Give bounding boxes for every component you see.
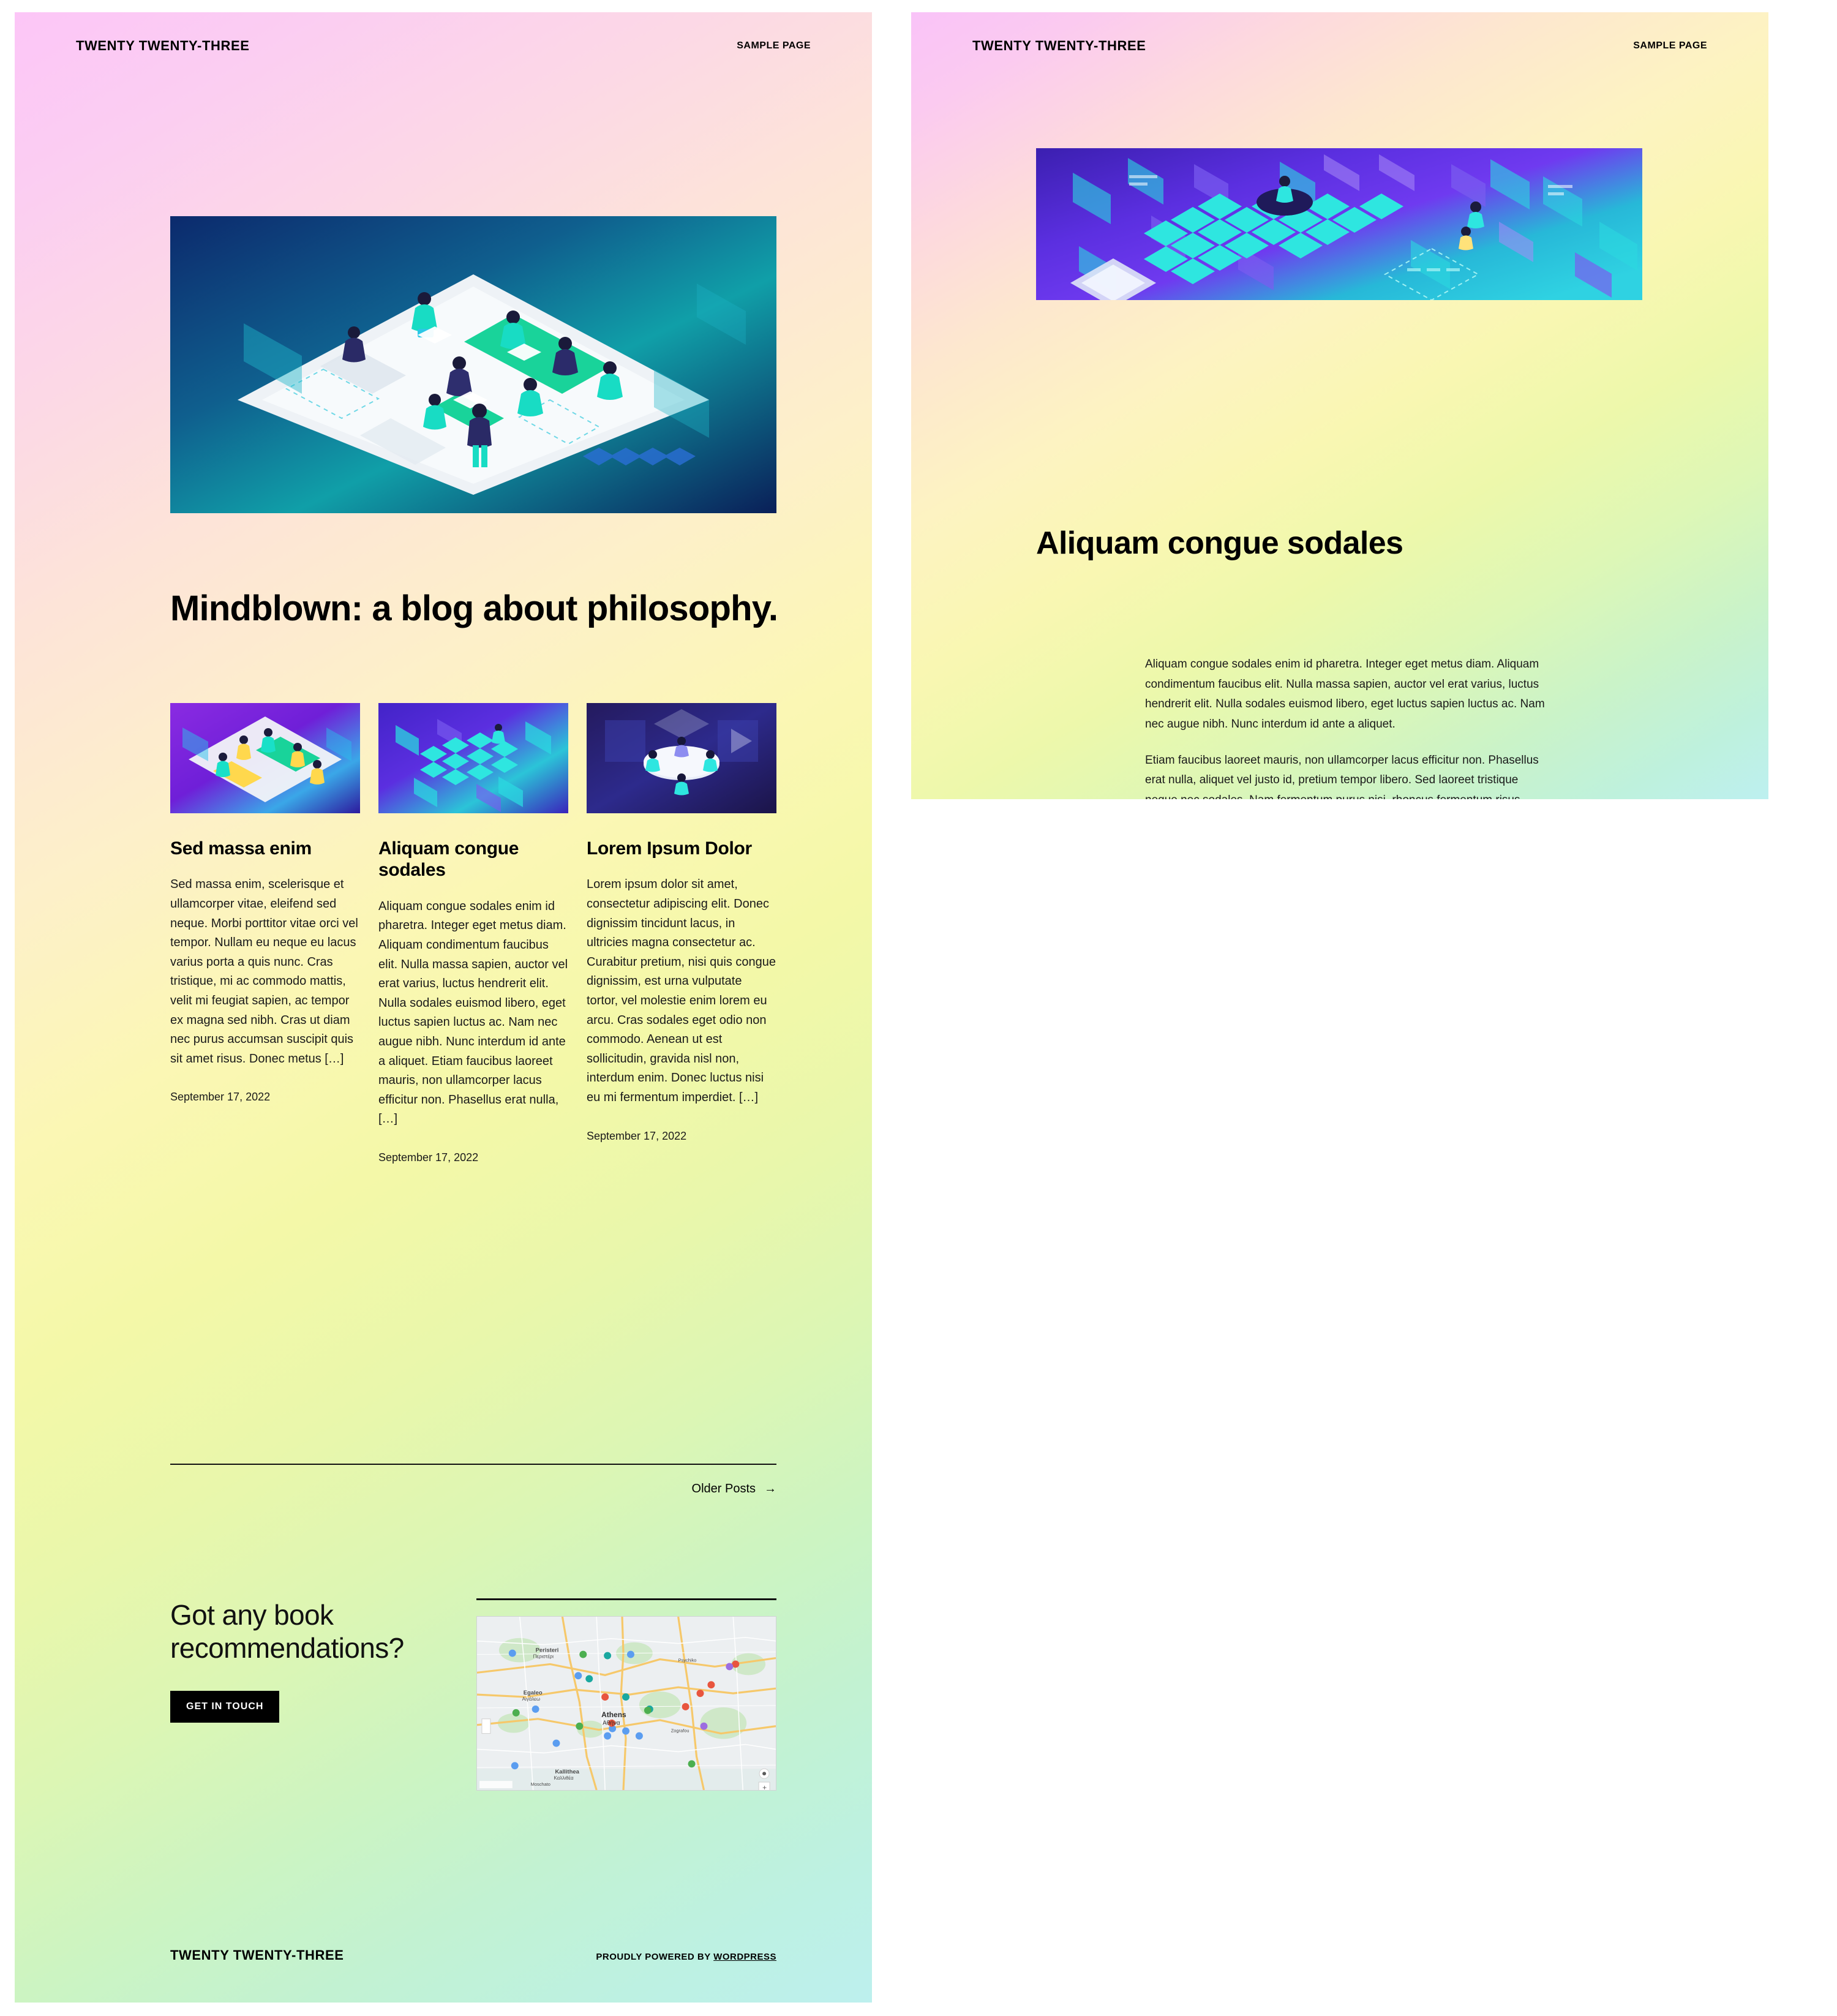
posts-divider	[170, 1464, 776, 1465]
svg-text:Kallithea: Kallithea	[555, 1769, 579, 1775]
featured-image	[1036, 148, 1642, 300]
primary-navigation: Sample Page	[737, 40, 811, 51]
site-header: Twenty Twenty-Three Sample Page	[15, 12, 872, 80]
post-title[interactable]: Aliquam congue sodales	[378, 838, 568, 881]
arrow-right-icon: →	[764, 1482, 776, 1495]
blog-tagline: Mindblown: a blog about philosophy.	[170, 589, 778, 628]
isometric-team-illustration	[170, 216, 776, 513]
site-title[interactable]: Twenty Twenty-Three	[972, 38, 1146, 54]
post-title[interactable]: Lorem Ipsum Dolor	[587, 838, 776, 859]
isometric-2022-illustration	[1036, 148, 1642, 300]
post-thumbnail[interactable]	[378, 703, 568, 813]
svg-text:Peristeri: Peristeri	[536, 1647, 559, 1654]
isometric-2022-illustration	[378, 703, 568, 813]
athens-google-map: Peristeri Περιστέρι Egaleo Αιγάλεω Athen…	[477, 1617, 776, 1790]
article-body: Aliquam congue sodales enim id pharetra.…	[1145, 655, 1550, 799]
older-posts-label: Older Posts	[691, 1482, 756, 1495]
svg-text:Athens: Athens	[601, 1710, 626, 1719]
svg-text:Psychiko: Psychiko	[678, 1657, 697, 1663]
footer-credit-prefix: Proudly powered by	[596, 1952, 711, 1962]
post-title[interactable]: Sed massa enim	[170, 838, 360, 859]
post-grid: Sed massa enim Sed massa enim, scelerisq…	[170, 703, 776, 1165]
post-date: September 17, 2022	[170, 1091, 271, 1104]
article-paragraph: Aliquam congue sodales enim id pharetra.…	[1145, 658, 1545, 731]
site-title[interactable]: Twenty Twenty-Three	[76, 38, 250, 54]
post-thumbnail[interactable]	[170, 703, 360, 813]
article-paragraph: Etiam faucibus laoreet mauris, non ullam…	[1145, 753, 1539, 799]
post-excerpt: Sed massa enim, scelerisque et ullamcorp…	[170, 878, 358, 1066]
site-header: Twenty Twenty-Three Sample Page	[911, 12, 1768, 80]
screenshot-canvas: Twenty Twenty-Three Sample Page	[0, 0, 1837, 2016]
post-card[interactable]: Aliquam congue sodales Aliquam congue so…	[378, 703, 568, 1165]
wordpress-link[interactable]: WordPress	[713, 1952, 776, 1962]
map-embed[interactable]: Peristeri Περιστέρι Egaleo Αιγάλεω Athen…	[476, 1616, 776, 1791]
post-excerpt: Lorem ipsum dolor sit amet, consectetur …	[587, 878, 776, 1104]
isometric-roundtable-illustration	[587, 703, 776, 813]
cta-text-column: Got any book recommendations? Get in tou…	[170, 1598, 458, 1791]
svg-text:Αθήνα: Αθήνα	[603, 1720, 620, 1727]
svg-text:+: +	[762, 1783, 767, 1790]
svg-text:Zografou: Zografou	[671, 1728, 689, 1734]
svg-text:Egaleo: Egaleo	[524, 1690, 543, 1696]
hero-image	[170, 216, 776, 513]
isometric-purple-office-illustration	[170, 703, 360, 813]
post-date: September 17, 2022	[587, 1129, 687, 1142]
svg-text:Καλλιθέα: Καλλιθέα	[554, 1775, 573, 1781]
get-in-touch-button[interactable]: Get in touch	[170, 1690, 280, 1723]
post-card[interactable]: Lorem Ipsum Dolor Lorem ipsum dolor sit …	[587, 703, 776, 1165]
nav-link-sample-page[interactable]: Sample Page	[1633, 40, 1707, 51]
cta-section: Got any book recommendations? Get in tou…	[170, 1598, 776, 1791]
cta-map-column: Peristeri Περιστέρι Egaleo Αιγάλεω Athen…	[476, 1598, 776, 1791]
pagination: Older Posts →	[170, 1482, 776, 1496]
svg-text:Περιστέρι: Περιστέρι	[533, 1654, 554, 1660]
cta-divider	[476, 1598, 776, 1600]
post-excerpt: Aliquam congue sodales enim id pharetra.…	[378, 899, 568, 1126]
cta-heading: Got any book recommendations?	[170, 1599, 404, 1664]
nav-link-sample-page[interactable]: Sample Page	[737, 40, 811, 51]
post-date: September 17, 2022	[378, 1151, 479, 1164]
primary-navigation: Sample Page	[1633, 40, 1707, 51]
site-footer: Twenty Twenty-Three Proudly powered by W…	[170, 1947, 776, 1963]
older-posts-link[interactable]: Older Posts →	[692, 1482, 776, 1495]
svg-text:Αιγάλεω: Αιγάλεω	[522, 1696, 540, 1702]
post-thumbnail[interactable]	[587, 703, 776, 813]
footer-site-title: Twenty Twenty-Three	[170, 1947, 344, 1963]
post-card[interactable]: Sed massa enim Sed massa enim, scelerisq…	[170, 703, 360, 1165]
footer-credit: Proudly powered by WordPress	[596, 1952, 776, 1962]
svg-text:Moschato: Moschato	[531, 1781, 550, 1787]
single-post-page: Twenty Twenty-Three Sample Page	[911, 12, 1768, 799]
blog-home-page: Twenty Twenty-Three Sample Page	[15, 12, 872, 2003]
article-title: Aliquam congue sodales	[1036, 525, 1403, 561]
